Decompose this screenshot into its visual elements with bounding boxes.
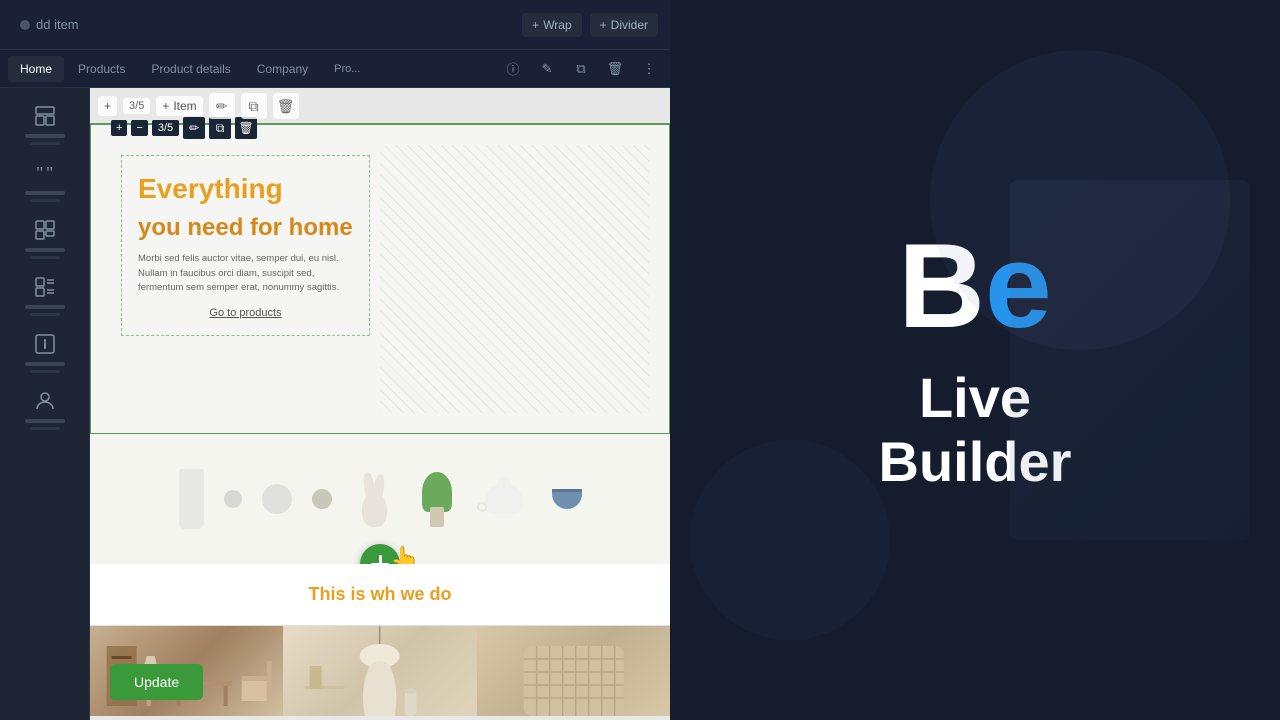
plus-item-icon: +: [162, 99, 169, 113]
sidebar-item-quote[interactable]: " ": [7, 153, 83, 206]
sidebar-icon-line: [25, 419, 65, 423]
divider-button[interactable]: + Divider: [590, 13, 658, 37]
divider-plus-icon: +: [600, 18, 607, 32]
tab-product-details[interactable]: Product details: [139, 56, 242, 82]
item-counter: 3/5: [123, 98, 150, 114]
sidebar-icon-line-sm: [30, 256, 60, 259]
item-label-btn[interactable]: + Item: [156, 96, 202, 116]
gallery-lamp-vase: [283, 626, 476, 716]
sidebar-item-grid[interactable]: [7, 210, 83, 263]
brand-panel: B e Live Builder: [670, 0, 1280, 720]
copy-item-icon[interactable]: ⧉: [241, 93, 267, 119]
grid-icon: [33, 218, 57, 242]
plus-icon: +: [104, 99, 111, 113]
basket-svg: [477, 626, 670, 716]
products-section: 👆: [90, 434, 670, 564]
hero-bg-pattern: [380, 145, 649, 413]
list-icon: [33, 275, 57, 299]
top-toolbar: dd item + Wrap + Divider: [0, 0, 670, 50]
product-ball-lg: [262, 484, 292, 514]
sidebar-icon-line-sm: [30, 370, 60, 373]
copy-icon[interactable]: ⧉: [568, 56, 594, 82]
pen-icon[interactable]: ✎: [534, 56, 560, 82]
product-bowl: [552, 489, 582, 509]
pencil-item-icon[interactable]: ✏: [209, 93, 235, 119]
sidebar-icon-line: [25, 191, 65, 195]
nav-tabs-bar: Home Products Product details Company Pr…: [0, 50, 670, 88]
add-item-text: dd item: [36, 17, 79, 32]
gallery-item-3: [477, 626, 670, 716]
product-images: [159, 449, 602, 549]
user-icon: [33, 389, 57, 413]
sidebar-icon-line-sm: [30, 313, 60, 316]
hero-title-line2: you need for home: [138, 214, 353, 243]
sidebar-icon-line: [25, 134, 65, 138]
brand-title-live: Live: [919, 366, 1031, 429]
hero-section: + − 3/5 ✏ ⧉ 🗑 Everything you need for ho…: [90, 124, 670, 434]
main-content: " ": [0, 88, 670, 720]
add-item-label: dd item: [12, 13, 87, 36]
lamp-vase-svg: [283, 626, 476, 716]
hero-right-column: [380, 145, 649, 413]
svg-text:": ": [46, 163, 53, 183]
tab-company[interactable]: Company: [245, 56, 320, 82]
info-box-icon: [33, 332, 57, 356]
gallery-basket: [477, 626, 670, 716]
product-ball-sm: [224, 490, 242, 508]
sidebar-icon-line: [25, 248, 65, 252]
sidebar-item-info[interactable]: [7, 324, 83, 377]
sidebar-item-user[interactable]: [7, 381, 83, 434]
tab-more[interactable]: Pro...: [322, 57, 372, 81]
what-we-do-title: This is wh we do: [110, 584, 650, 605]
info-icon[interactable]: ⓘ: [500, 56, 526, 82]
update-button[interactable]: Update: [110, 664, 203, 700]
sidebar-icon-line-sm: [30, 142, 60, 145]
hero-left-column: + − 3/5 ✏ ⧉ 🗑 Everything you need for ho…: [111, 145, 380, 413]
trash-icon[interactable]: 🗑: [602, 56, 628, 82]
hero-cta-link[interactable]: Go to products: [138, 307, 353, 319]
builder-panel: dd item + Wrap + Divider Home Products P…: [0, 0, 670, 720]
hero-title-line1: Everything: [138, 172, 353, 206]
what-we-do-section: This is wh we do: [90, 564, 670, 625]
gallery-item-2: [283, 626, 476, 716]
brand-title: Live Builder: [879, 366, 1072, 495]
delete-item-icon[interactable]: 🗑: [273, 93, 299, 119]
more-icon[interactable]: ⋮: [636, 56, 662, 82]
svg-text:": ": [36, 163, 43, 183]
item-toolbar: + 3/5 + Item ✏ ⧉ 🗑: [90, 88, 670, 124]
wrap-plus-icon: +: [532, 18, 539, 32]
product-cylinder: [179, 469, 204, 529]
product-plant: [417, 472, 457, 527]
product-teapot: [477, 477, 532, 522]
sidebar-icon-line-sm: [30, 427, 60, 430]
tab-products[interactable]: Products: [66, 56, 137, 82]
sidebar-item-layout[interactable]: [7, 96, 83, 149]
add-item-toolbar-btn[interactable]: +: [98, 96, 117, 116]
status-dot: [20, 20, 30, 30]
wrap-button[interactable]: + Wrap: [522, 13, 581, 37]
brand-title-builder: Builder: [879, 430, 1072, 493]
quote-icon: " ": [33, 161, 57, 185]
sidebar-icon-line-sm: [30, 199, 60, 202]
sidebar-icon-line: [25, 362, 65, 366]
be-logo-b: B: [898, 226, 985, 346]
hero-body: Morbi sed felis auctor vitae, semper dui…: [138, 252, 353, 295]
sidebar-item-list[interactable]: [7, 267, 83, 320]
website-canvas: + − 3/5 ✏ ⧉ 🗑 Everything you need for ho…: [90, 124, 670, 716]
canvas-area[interactable]: + 3/5 + Item ✏ ⧉ 🗑 +: [90, 88, 670, 720]
icon-sidebar: " ": [0, 88, 90, 720]
product-ball-xs: [312, 489, 332, 509]
be-logo-e: e: [985, 226, 1052, 346]
layout-rows-icon: [33, 104, 57, 128]
product-rabbit: [352, 472, 397, 527]
be-logo: B e: [898, 226, 1051, 346]
bg-circle-2: [690, 440, 890, 640]
sidebar-icon-line: [25, 305, 65, 309]
hero-text-box: Everything you need for home Morbi sed f…: [121, 155, 370, 336]
tab-home[interactable]: Home: [8, 56, 64, 82]
